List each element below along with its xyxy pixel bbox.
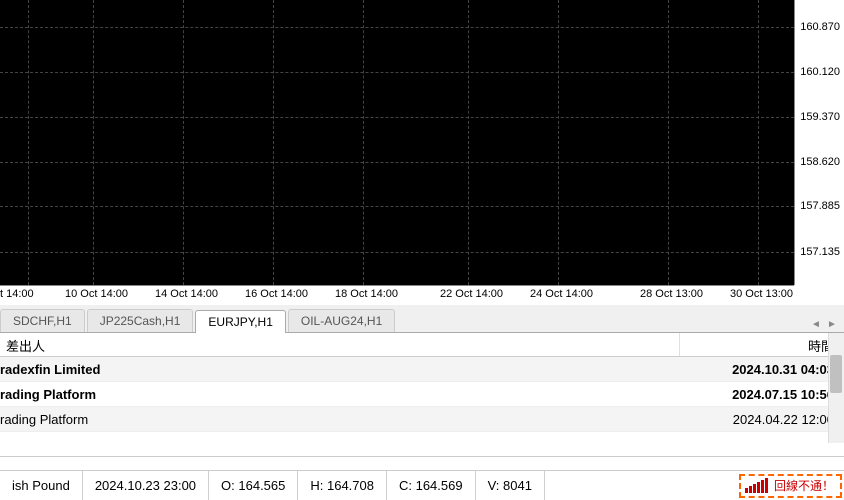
x-tick-label: 18 Oct 14:00: [335, 288, 398, 300]
column-header-sender[interactable]: 差出人: [0, 333, 680, 356]
status-close: C: 164.569: [387, 471, 476, 500]
connection-text: 回線不通！: [774, 477, 834, 494]
gridline-vertical: [273, 0, 274, 285]
status-volume: V: 8041: [476, 471, 545, 500]
x-tick-label: 24 Oct 14:00: [530, 288, 593, 300]
gridline-vertical: [468, 0, 469, 285]
x-tick-label: 16 Oct 14:00: [245, 288, 308, 300]
tab-scroll-left[interactable]: ◄: [808, 316, 824, 332]
y-tick-label: 158.620: [800, 156, 840, 168]
tab-scroll-right[interactable]: ►: [824, 316, 840, 332]
chart-tab[interactable]: OIL-AUG24,H1: [288, 309, 395, 332]
divider: [0, 456, 844, 457]
chart-area: 160.870 160.120 159.370 158.620 157.885 157.1…: [0, 0, 844, 305]
chart-plot[interactable]: [0, 0, 794, 285]
column-header-time[interactable]: 時間: [680, 333, 844, 356]
gridline-horizontal: [0, 117, 794, 118]
list-scrollbar[interactable]: [828, 333, 844, 443]
message-row[interactable]: radexfin Limited2024.10.31 04:03: [0, 357, 844, 382]
y-tick-label: 160.870: [800, 21, 840, 33]
status-open: O: 164.565: [209, 471, 298, 500]
gridline-horizontal: [0, 27, 794, 28]
gridline-vertical: [558, 0, 559, 285]
gridline-vertical: [93, 0, 94, 285]
message-time: 2024.04.22 12:00: [680, 412, 844, 427]
message-time: 2024.10.31 04:03: [680, 362, 844, 377]
chart-tab[interactable]: EURJPY,H1: [195, 310, 285, 333]
time-axis: t 14:00 10 Oct 14:00 14 Oct 14:00 16 Oct 14…: [0, 285, 794, 305]
y-tick-label: 157.135: [800, 246, 840, 258]
message-list: 差出人 時間 radexfin Limited2024.10.31 04:03r…: [0, 333, 844, 443]
gridline-vertical: [363, 0, 364, 285]
status-datetime: 2024.10.23 23:00: [83, 471, 209, 500]
status-bar: ish Pound 2024.10.23 23:00 O: 164.565 H:…: [0, 470, 844, 500]
gridline-vertical: [668, 0, 669, 285]
message-time: 2024.07.15 10:56: [680, 387, 844, 402]
x-tick-label: 14 Oct 14:00: [155, 288, 218, 300]
gridline-vertical: [28, 0, 29, 285]
x-tick-label: 10 Oct 14:00: [65, 288, 128, 300]
gridline-horizontal: [0, 252, 794, 253]
y-tick-label: 157.885: [800, 200, 840, 212]
gridline-vertical: [183, 0, 184, 285]
x-tick-label: 22 Oct 14:00: [440, 288, 503, 300]
status-high: H: 164.708: [298, 471, 387, 500]
y-tick-label: 159.370: [800, 111, 840, 123]
message-list-header: 差出人 時間: [0, 333, 844, 357]
message-sender: rading Platform: [0, 387, 680, 402]
gridline-vertical: [758, 0, 759, 285]
gridline-horizontal: [0, 72, 794, 73]
signal-bars-icon: [745, 478, 768, 493]
x-tick-label: 30 Oct 13:00: [730, 288, 793, 300]
message-sender: radexfin Limited: [0, 362, 680, 377]
x-tick-label: t 14:00: [0, 288, 34, 300]
message-row[interactable]: rading Platform2024.07.15 10:56: [0, 382, 844, 407]
chart-tab[interactable]: JP225Cash,H1: [87, 309, 194, 332]
x-tick-label: 28 Oct 13:00: [640, 288, 703, 300]
scroll-thumb[interactable]: [830, 355, 842, 393]
message-row[interactable]: rading Platform2024.04.22 12:00: [0, 407, 844, 432]
tab-scroll-controls: ◄ ►: [808, 316, 844, 332]
chart-tabs: SDCHF,H1JP225Cash,H1EURJPY,H1OIL-AUG24,H…: [0, 305, 844, 333]
gridline-horizontal: [0, 162, 794, 163]
price-axis: 160.870 160.120 159.370 158.620 157.885 157.1…: [794, 0, 844, 285]
y-tick-label: 160.120: [800, 66, 840, 78]
message-sender: rading Platform: [0, 412, 680, 427]
connection-status[interactable]: 回線不通！: [739, 474, 842, 498]
status-symbol: ish Pound: [0, 471, 83, 500]
gridline-horizontal: [0, 206, 794, 207]
chart-tab[interactable]: SDCHF,H1: [0, 309, 85, 332]
